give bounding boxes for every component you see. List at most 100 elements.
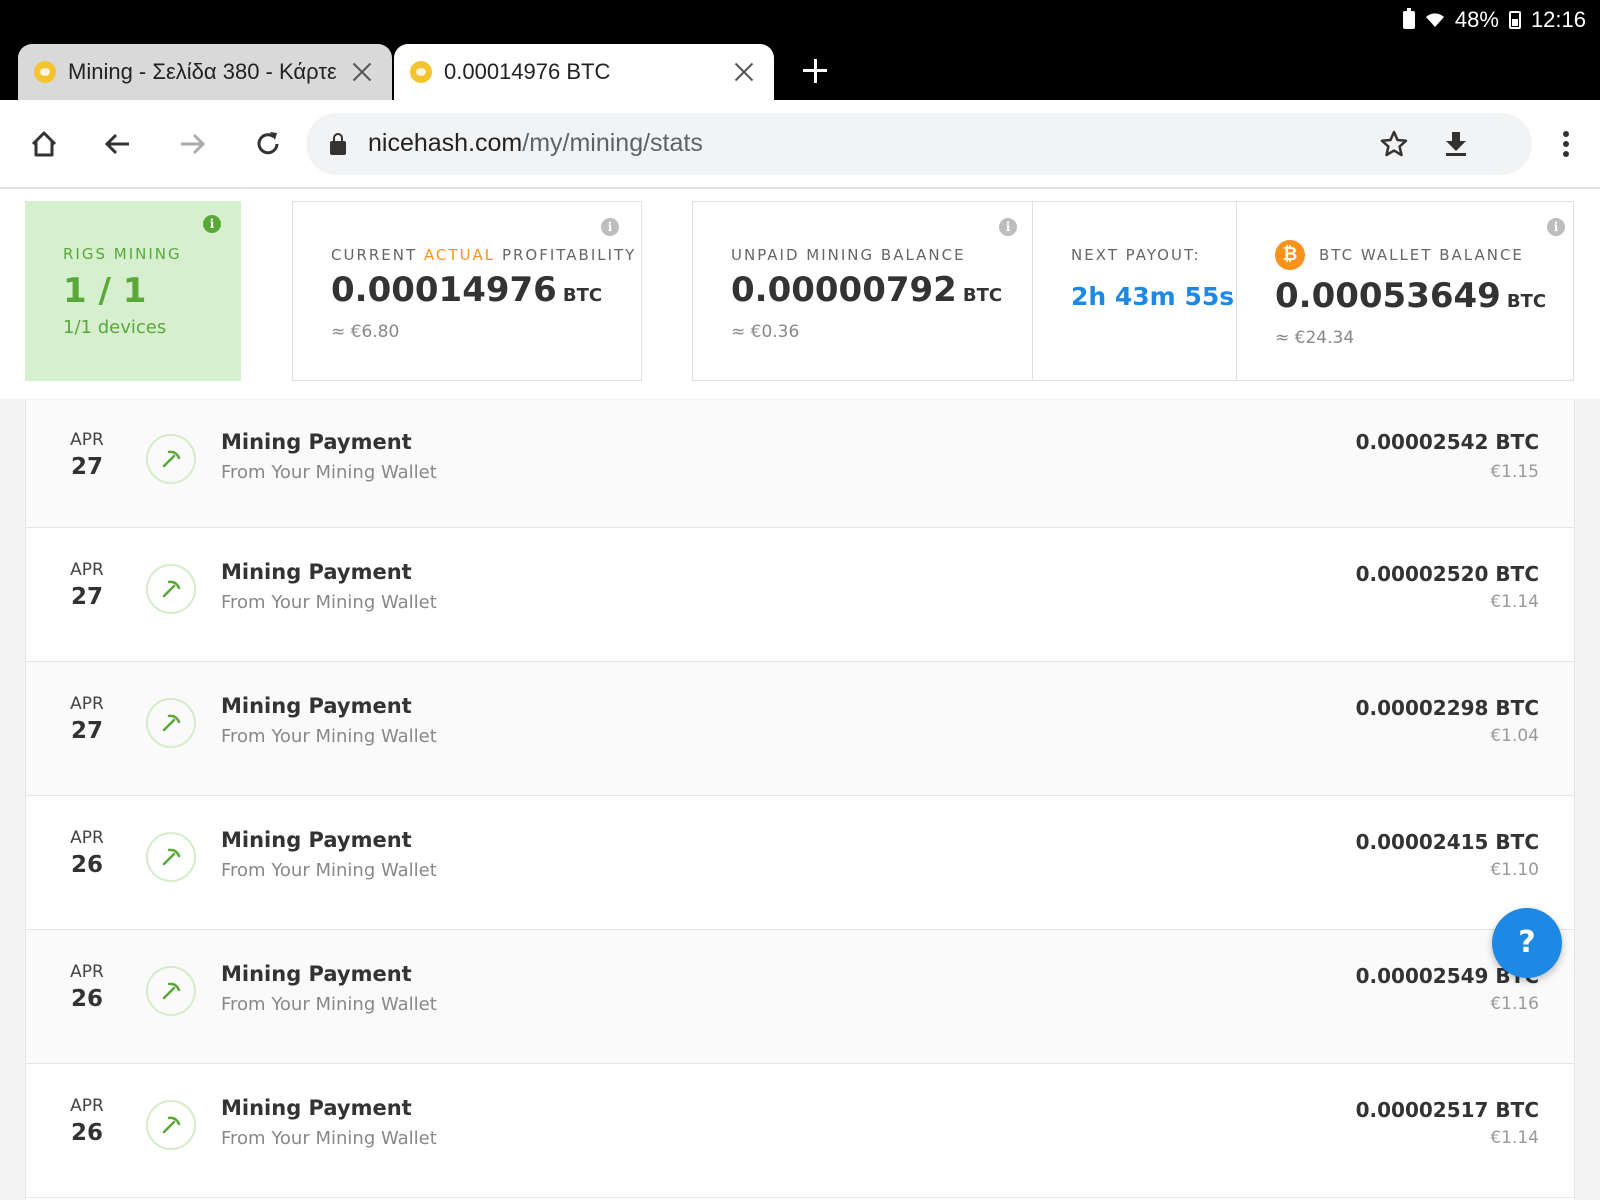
url-path: /my/mining/stats (522, 129, 703, 157)
unpaid-balance-label: UNPAID MINING BALANCE (731, 246, 966, 264)
label-suffix: PROFITABILITY / (495, 246, 642, 264)
url-text: nicehash.com/my/mining/stats (368, 129, 703, 158)
transaction-subtitle: From Your Mining Wallet (221, 1128, 437, 1149)
battery-percent: 48% (1454, 7, 1499, 32)
rigs-mining-card[interactable]: i RIGS MINING 1 / 1 1/1 devices (25, 201, 241, 381)
bookmark-star-icon[interactable] (1372, 122, 1416, 166)
date-day: 26 (70, 1120, 103, 1146)
new-tab-icon[interactable] (800, 56, 830, 86)
wallet-balance-label: BTC WALLET BALANCE (1319, 246, 1524, 264)
date-month: APR (70, 430, 104, 450)
profitability-label: CURRENT ACTUAL PROFITABILITY / (331, 246, 642, 264)
transaction-subtitle: From Your Mining Wallet (221, 994, 437, 1015)
transaction-subtitle: From Your Mining Wallet (221, 726, 437, 747)
profitability-card: i CURRENT ACTUAL PROFITABILITY / 0.00014… (292, 201, 642, 381)
label-accent: ACTUAL (423, 246, 496, 264)
info-icon[interactable]: i (999, 218, 1017, 236)
tab-favicon-icon (34, 61, 56, 83)
tab-title: 0.00014976 BTC (444, 59, 611, 84)
tab-mining-forum[interactable]: Mining - Σελίδα 380 - Κάρτε (18, 44, 392, 100)
pickaxe-icon (146, 832, 196, 882)
transaction-fiat: €1.14 (1490, 592, 1539, 612)
pickaxe-icon (146, 434, 196, 484)
transaction-amount: 0.00002520 BTC (1355, 562, 1539, 586)
next-payout-section: NEXT PAYOUT: 2h 43m 55s (1033, 202, 1237, 380)
transaction-row[interactable]: APR 27 Mining Payment From Your Mining Wa… (26, 662, 1574, 796)
unpaid-balance-value: 0.00000792 BTC (731, 270, 1002, 310)
unpaid-balance-fiat: ≈ €0.36 (731, 322, 800, 342)
download-icon[interactable] (1434, 122, 1478, 166)
date-month: APR (70, 694, 104, 714)
transaction-title: Mining Payment (221, 430, 412, 454)
rigs-devices: 1/1 devices (63, 317, 167, 338)
transactions-list: APR 27 Mining Payment From Your Mining Wa… (25, 400, 1575, 1200)
wallet-balance-fiat: ≈ €24.34 (1275, 328, 1355, 348)
pickaxe-icon (146, 564, 196, 614)
url-domain: nicehash.com (368, 129, 523, 157)
help-button[interactable]: ? (1492, 908, 1562, 978)
date-day: 26 (70, 986, 103, 1012)
date-month: APR (70, 828, 104, 848)
label-prefix: CURRENT (331, 246, 424, 264)
date-month: APR (70, 560, 104, 580)
close-tab-icon[interactable] (730, 58, 758, 86)
transaction-fiat: €1.16 (1490, 994, 1539, 1014)
transaction-date: APR 26 (52, 962, 122, 1012)
status-bar: 48% 12:16 (1402, 7, 1586, 32)
reload-icon[interactable] (246, 122, 290, 166)
value-number: 0.00000792 (731, 270, 957, 310)
rigs-mining-value: 1 / 1 (63, 271, 147, 311)
transaction-fiat: €1.14 (1490, 1128, 1539, 1148)
transaction-title: Mining Payment (221, 1096, 412, 1120)
lock-icon (330, 133, 346, 155)
date-day: 27 (70, 718, 103, 744)
next-payout-countdown: 2h 43m 55s (1071, 282, 1235, 311)
menu-dots-icon[interactable] (1544, 122, 1588, 166)
pickaxe-icon (146, 1100, 196, 1150)
transaction-fiat: €1.15 (1490, 462, 1539, 482)
transaction-amount: 0.00002298 BTC (1355, 696, 1539, 720)
address-bar[interactable]: nicehash.com/my/mining/stats (306, 113, 1532, 175)
tab-nicehash[interactable]: 0.00014976 BTC (394, 44, 774, 100)
transaction-amount: 0.00002415 BTC (1355, 830, 1539, 854)
wallet-balance-section[interactable]: i ₿ BTC WALLET BALANCE 0.00053649 BTC ≈ €… (1237, 202, 1575, 380)
value-unit: BTC (1506, 291, 1547, 312)
transaction-subtitle: From Your Mining Wallet (221, 462, 437, 483)
transaction-amount: 0.00002517 BTC (1355, 1098, 1539, 1122)
close-tab-icon[interactable] (348, 58, 376, 86)
info-icon[interactable]: i (203, 215, 221, 233)
unpaid-balance-section: i UNPAID MINING BALANCE 0.00000792 BTC ≈ … (693, 202, 1033, 380)
info-icon[interactable]: i (1547, 218, 1565, 236)
wifi-icon (1425, 12, 1445, 28)
transaction-row[interactable]: APR 27 Mining Payment From Your Mining Wa… (26, 528, 1574, 662)
info-icon[interactable]: i (601, 218, 619, 236)
next-payout-label: NEXT PAYOUT: (1071, 246, 1201, 264)
value-number: 0.00053649 (1275, 276, 1501, 316)
transaction-date: APR 26 (52, 1096, 122, 1146)
transaction-title: Mining Payment (221, 828, 412, 852)
back-icon[interactable] (96, 122, 140, 166)
home-icon[interactable] (22, 122, 66, 166)
transaction-row[interactable]: APR 26 Mining Payment From Your Mining Wa… (26, 930, 1574, 1064)
transaction-row[interactable]: APR 27 Mining Payment From Your Mining Wa… (26, 400, 1574, 528)
pickaxe-icon (146, 698, 196, 748)
value-unit: BTC (962, 285, 1003, 306)
wallet-balance-value: 0.00053649 BTC (1275, 276, 1546, 316)
forward-icon[interactable] (170, 122, 214, 166)
value-unit: BTC (562, 285, 603, 306)
browser-toolbar: nicehash.com/my/mining/stats (0, 100, 1600, 188)
transaction-title: Mining Payment (221, 694, 412, 718)
transaction-subtitle: From Your Mining Wallet (221, 592, 437, 613)
transaction-date: APR 26 (52, 828, 122, 878)
transaction-fiat: €1.04 (1490, 726, 1539, 746)
transaction-subtitle: From Your Mining Wallet (221, 860, 437, 881)
stats-header: i RIGS MINING 1 / 1 1/1 devices i CURREN… (0, 189, 1600, 399)
balance-card-group: i UNPAID MINING BALANCE 0.00000792 BTC ≈ … (692, 201, 1574, 381)
transaction-title: Mining Payment (221, 560, 412, 584)
transaction-amount: 0.00002542 BTC (1355, 430, 1539, 454)
transaction-date: APR 27 (52, 694, 122, 744)
pickaxe-icon (146, 966, 196, 1016)
transaction-row[interactable]: APR 26 Mining Payment From Your Mining Wa… (26, 796, 1574, 930)
transaction-row[interactable]: APR 26 Mining Payment From Your Mining Wa… (26, 1064, 1574, 1198)
date-month: APR (70, 1096, 104, 1116)
